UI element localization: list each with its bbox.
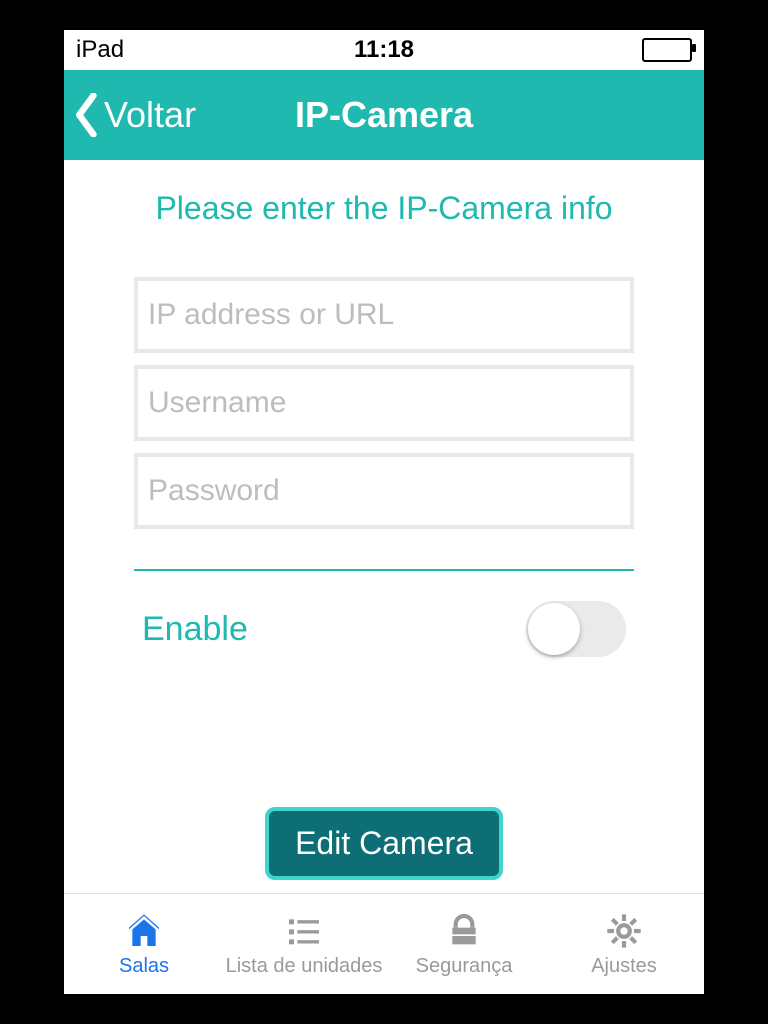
tab-label: Segurança — [416, 955, 513, 978]
battery-icon — [642, 38, 692, 62]
ip-field-wrapper — [134, 277, 634, 353]
page-title: IP-Camera — [295, 94, 473, 136]
password-field-wrapper — [134, 453, 634, 529]
chevron-left-icon — [74, 93, 100, 137]
ip-input[interactable] — [138, 281, 630, 349]
tab-label: Lista de unidades — [226, 955, 383, 978]
list-icon — [284, 911, 324, 951]
tab-salas[interactable]: Salas — [64, 894, 224, 994]
username-field-wrapper — [134, 365, 634, 441]
lock-icon — [444, 911, 484, 951]
clock: 11:18 — [354, 36, 414, 64]
home-icon — [124, 911, 164, 951]
enable-row: Enable — [134, 601, 634, 657]
divider — [134, 569, 634, 571]
username-input[interactable] — [138, 369, 630, 437]
tab-seguranca[interactable]: Segurança — [384, 894, 544, 994]
back-button[interactable]: Voltar — [64, 93, 196, 137]
toggle-knob — [528, 603, 580, 655]
status-bar: iPad 11:18 — [64, 30, 704, 70]
prompt-text: Please enter the IP-Camera info — [134, 190, 634, 227]
app-screen: iPad 11:18 Voltar IP-Camera Please enter… — [64, 30, 704, 994]
tab-bar: Salas Lista de unidades Segurança — [64, 893, 704, 994]
back-label: Voltar — [104, 94, 196, 136]
enable-label: Enable — [142, 610, 248, 649]
nav-bar: Voltar IP-Camera — [64, 70, 704, 160]
tab-lista[interactable]: Lista de unidades — [224, 894, 384, 994]
tab-ajustes[interactable]: Ajustes — [544, 894, 704, 994]
content-area: Please enter the IP-Camera info Enable E… — [64, 160, 704, 893]
enable-toggle[interactable] — [526, 601, 626, 657]
password-input[interactable] — [138, 457, 630, 525]
gear-icon — [604, 911, 644, 951]
edit-camera-button[interactable]: Edit Camera — [265, 807, 503, 880]
tab-label: Salas — [119, 955, 169, 978]
device-label: iPad — [76, 36, 124, 64]
tab-label: Ajustes — [591, 955, 657, 978]
